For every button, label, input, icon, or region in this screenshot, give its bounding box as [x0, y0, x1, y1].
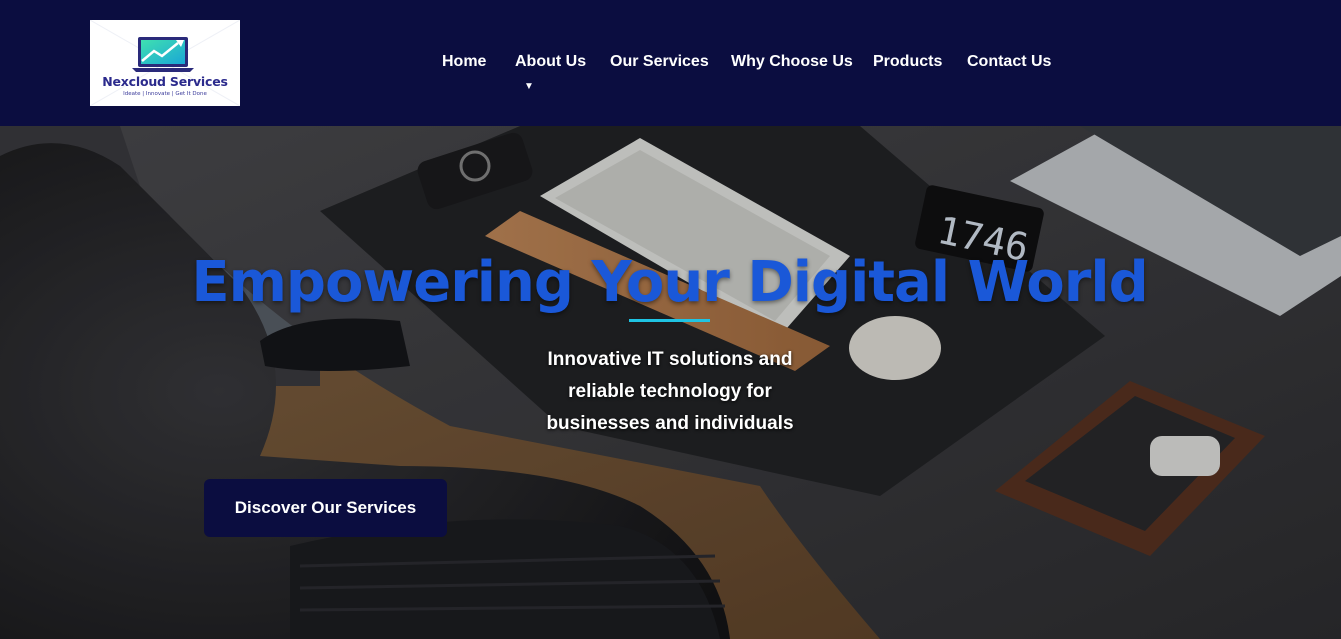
title-underline: [629, 319, 710, 322]
hero-subtitle-line: reliable technology for: [568, 381, 772, 402]
brand-logo[interactable]: Nexcloud Services Ideate | Innovate | Ge…: [90, 20, 240, 106]
hero-subtitle: Innovative IT solutions and reliable tec…: [520, 344, 820, 440]
nav-our-services[interactable]: Our Services: [610, 53, 709, 71]
nav-products[interactable]: Products: [873, 53, 942, 71]
hero-section: 1746 Empowering Your Digital World Innov…: [0, 126, 1341, 639]
nav-about-us[interactable]: About Us: [515, 53, 586, 71]
nav-home[interactable]: Home: [442, 53, 486, 71]
hero-subtitle-line: Innovative IT solutions and: [547, 349, 793, 370]
about-dropdown-caret-icon[interactable]: ▼: [524, 81, 534, 92]
nav-contact-us[interactable]: Contact Us: [967, 53, 1051, 71]
nav-why-choose-us[interactable]: Why Choose Us: [731, 53, 853, 71]
hero-title: Empowering Your Digital World: [191, 250, 1148, 315]
site-header: Nexcloud Services Ideate | Innovate | Ge…: [0, 0, 1341, 126]
brand-name: Nexcloud Services: [102, 74, 228, 89]
discover-services-button[interactable]: Discover Our Services: [204, 479, 447, 537]
brand-tagline: Ideate | Innovate | Get It Done: [123, 91, 207, 97]
hero-subtitle-line: businesses and individuals: [546, 413, 794, 434]
